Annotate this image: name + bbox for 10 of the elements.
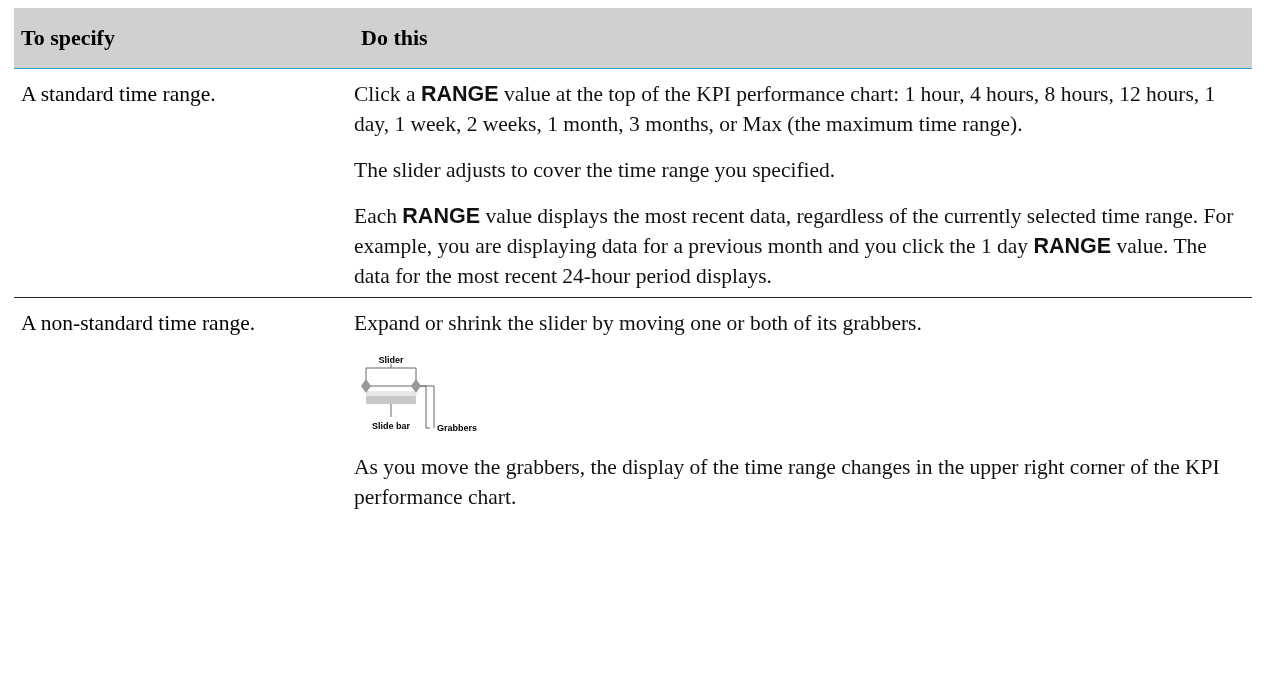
instruction-text: Each RANGE value displays the most recent data, regardless of the currently selected time range. For example, you are displaying data for a previous month and you click the 1 day RANGE value. The data for the most recent 24-hour period displays. [354,203,1235,290]
table-cell-text: A standard time range. [20,81,217,108]
instruction-text: The slider adjusts to cover the time range you specified. [354,157,837,184]
column-header: Do this [360,25,428,51]
instruction-text: As you move the grabbers, the display of the time range changes in the upper right corner of the KPI performance chart. [354,454,1221,511]
instruction-text: Expand or shrink the slider by moving one or both of its grabbers. [354,310,923,337]
table-cell-text: A non-standard time range. [20,310,257,337]
slider-diagram-drawing: Slider Slide bar Grabbers [354,354,504,436]
instruction-text: Click a RANGE value at the top of the KPI performance chart: 1 hour, 4 hours, 8 hours, 12 hours, 1 day, 1 week, 2 weeks, 1 month, 3 months, or Max (the maximum time range). [354,81,1217,138]
column-header: To specify [20,25,115,51]
